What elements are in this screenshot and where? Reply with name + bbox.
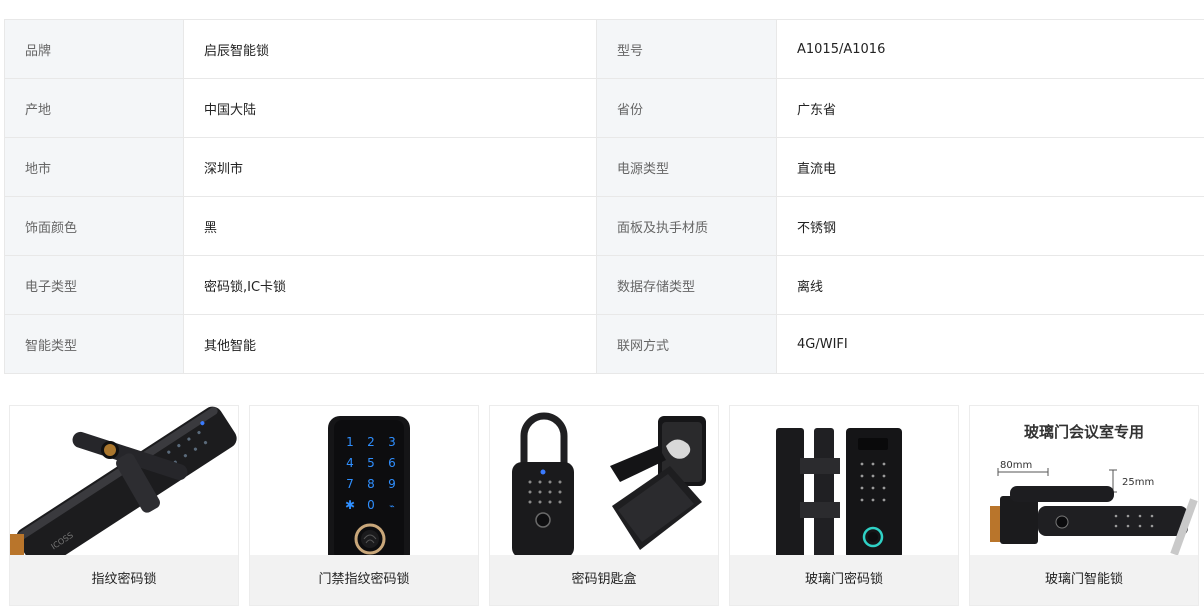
spec-key: 品牌	[4, 19, 184, 79]
access-keypad-lock-image[interactable]: 1 2 3 4 5 6 7 8 9 ✱ 0 ⌁	[250, 406, 478, 556]
spec-value: 4G/WIFI	[776, 314, 1204, 374]
spec-value: 中国大陆	[183, 78, 597, 138]
keypad-key: 8	[367, 477, 375, 491]
product-card[interactable]: 玻璃门会议室专用 80mm 25mm 玻璃门智能锁	[969, 405, 1199, 606]
spec-value: 广东省	[776, 78, 1204, 138]
keypad-key: 9	[388, 477, 396, 491]
product-title[interactable]: 玻璃门智能锁	[970, 555, 1198, 605]
spec-key: 产地	[4, 78, 184, 138]
spec-value: 黑	[183, 196, 597, 256]
keypad-key: 6	[388, 456, 396, 470]
spec-value: 直流电	[776, 137, 1204, 197]
spec-value: 深圳市	[183, 137, 597, 197]
dimension-label: 80mm	[1000, 460, 1032, 471]
table-row: 电子类型 密码锁,IC卡锁 数据存储类型 离线	[4, 255, 1204, 315]
spec-key: 智能类型	[4, 314, 184, 374]
product-card[interactable]: 玻璃门密码锁	[729, 405, 959, 606]
fingerprint-handle-lock-image[interactable]: ICOSS	[10, 406, 238, 556]
table-row: 地市 深圳市 电源类型 直流电	[4, 137, 1204, 197]
spec-key: 饰面颜色	[4, 196, 184, 256]
keypad-key: ✱	[345, 498, 355, 512]
keypad-key: 7	[346, 477, 354, 491]
table-row: 品牌 启辰智能锁 型号 A1015/A1016	[4, 19, 1204, 79]
keypad-key: 3	[388, 435, 396, 449]
key-lock-box-image[interactable]	[490, 406, 718, 556]
dimension-label: 25mm	[1122, 477, 1154, 488]
product-card[interactable]: 1 2 3 4 5 6 7 8 9 ✱ 0 ⌁ 门禁指纹密码锁	[249, 405, 479, 606]
product-banner: 玻璃门会议室专用	[1024, 423, 1144, 441]
spec-key: 数据存储类型	[596, 255, 777, 315]
product-title[interactable]: 玻璃门密码锁	[730, 555, 958, 605]
keypad-key: 0	[367, 498, 375, 512]
spec-key: 地市	[4, 137, 184, 197]
keypad-key: 2	[367, 435, 375, 449]
product-card[interactable]: 密码钥匙盒	[489, 405, 719, 606]
spec-key: 省份	[596, 78, 777, 138]
spec-key: 电子类型	[4, 255, 184, 315]
table-row: 饰面颜色 黑 面板及执手材质 不锈钢	[4, 196, 1204, 256]
glass-door-lock-image[interactable]	[730, 406, 958, 556]
product-title[interactable]: 密码钥匙盒	[490, 555, 718, 605]
glass-door-smart-lock-image[interactable]: 玻璃门会议室专用 80mm 25mm	[970, 406, 1198, 556]
spec-table: 品牌 启辰智能锁 型号 A1015/A1016 产地 中国大陆 省份 广东省 地…	[4, 19, 1204, 374]
keypad-key: 5	[367, 456, 375, 470]
table-row: 智能类型 其他智能 联网方式 4G/WIFI	[4, 314, 1204, 374]
product-title[interactable]: 指纹密码锁	[10, 555, 238, 605]
spec-key: 联网方式	[596, 314, 777, 374]
spec-value: A1015/A1016	[776, 19, 1204, 79]
spec-value: 密码锁,IC卡锁	[183, 255, 597, 315]
spec-key: 电源类型	[596, 137, 777, 197]
spec-value: 离线	[776, 255, 1204, 315]
spec-key: 型号	[596, 19, 777, 79]
keypad-key: 4	[346, 456, 354, 470]
product-title[interactable]: 门禁指纹密码锁	[250, 555, 478, 605]
spec-key: 面板及执手材质	[596, 196, 777, 256]
spec-value: 其他智能	[183, 314, 597, 374]
spec-value: 启辰智能锁	[183, 19, 597, 79]
keypad-key: ⌁	[389, 502, 394, 512]
table-row: 产地 中国大陆 省份 广东省	[4, 78, 1204, 138]
keypad-key: 1	[346, 435, 354, 449]
product-card[interactable]: ICOSS 指纹密码锁	[9, 405, 239, 606]
spec-value: 不锈钢	[776, 196, 1204, 256]
